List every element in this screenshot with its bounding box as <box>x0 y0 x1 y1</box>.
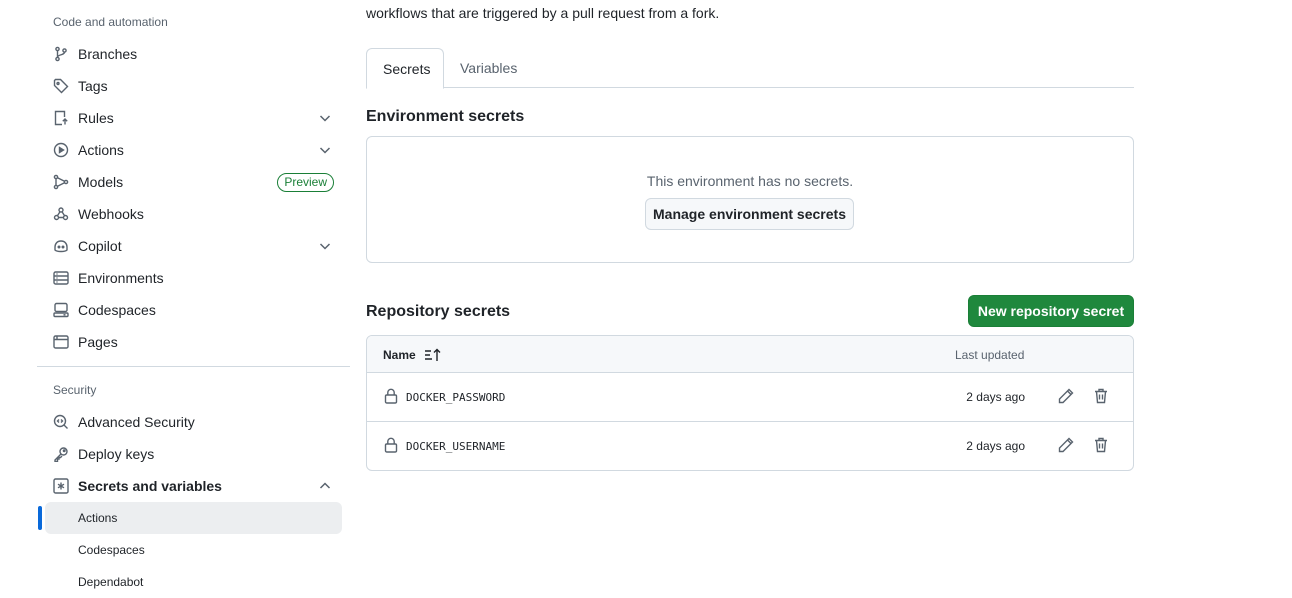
pencil-icon[interactable] <box>1057 387 1075 405</box>
sidebar-item-models[interactable]: Models Preview <box>45 166 342 198</box>
secret-name: DOCKER_PASSWORD <box>406 391 506 404</box>
manage-environment-secrets-button[interactable]: Manage environment secrets <box>645 198 854 230</box>
table-header: Name Last updated <box>367 336 1133 373</box>
sidebar-item-label: Secrets and variables <box>78 478 222 494</box>
sidebar-item-rules[interactable]: Rules <box>45 102 342 134</box>
active-indicator <box>38 506 42 530</box>
sidebar-item-copilot[interactable]: Copilot <box>45 230 342 262</box>
secret-name: DOCKER_USERNAME <box>406 440 506 453</box>
trash-icon[interactable] <box>1092 387 1110 405</box>
sidebar-item-deploy-keys[interactable]: Deploy keys <box>45 438 342 470</box>
sidebar-item-label: Copilot <box>78 238 122 254</box>
key-icon <box>53 446 69 462</box>
sidebar-item-label: Rules <box>78 110 114 126</box>
chevron-down-icon[interactable] <box>318 239 332 253</box>
column-header-name[interactable]: Name <box>383 348 442 362</box>
sidebar-item-label: Actions <box>78 142 124 158</box>
new-repository-secret-button[interactable]: New repository secret <box>968 295 1134 327</box>
asterisk-icon <box>53 478 69 494</box>
sidebar-item-actions[interactable]: Actions <box>45 134 342 166</box>
tab-variables[interactable]: Variables <box>444 48 533 88</box>
trash-icon[interactable] <box>1092 436 1110 454</box>
tab-secrets[interactable]: Secrets <box>366 48 444 89</box>
codescan-icon <box>53 414 69 430</box>
sidebar-item-label: Deploy keys <box>78 446 155 462</box>
column-name-label: Name <box>383 348 416 362</box>
rules-icon <box>53 110 69 126</box>
sidebar-subitem-codespaces[interactable]: Codespaces <box>45 534 342 566</box>
secret-last-updated: 2 days ago <box>966 439 1025 453</box>
sidebar-item-pages[interactable]: Pages <box>45 326 342 358</box>
sidebar-item-label: Webhooks <box>78 206 144 222</box>
repository-secrets-table: Name Last updated DOCKER_PASSWORD 2 days… <box>366 335 1134 471</box>
secret-last-updated: 2 days ago <box>966 390 1025 404</box>
table-row: DOCKER_USERNAME 2 days ago <box>367 422 1133 470</box>
intro-text: workflows that are triggered by a pull r… <box>366 5 720 21</box>
preview-badge: Preview <box>277 173 334 192</box>
sidebar-item-label: Codespaces <box>78 302 156 318</box>
chevron-down-icon[interactable] <box>318 111 332 125</box>
tab-bar: Secrets Variables <box>366 48 1134 89</box>
environment-secrets-heading: Environment secrets <box>366 108 525 125</box>
sidebar-subitem-label: Actions <box>78 511 118 525</box>
sidebar-subitem-actions[interactable]: Actions <box>45 502 342 534</box>
webhook-icon <box>53 206 69 222</box>
sidebar-item-secrets-and-variables[interactable]: Secrets and variables <box>45 470 342 502</box>
sidebar-item-label: Tags <box>78 78 108 94</box>
pencil-icon[interactable] <box>1057 436 1075 454</box>
column-header-last-updated: Last updated <box>955 348 1025 362</box>
lock-icon <box>384 388 398 404</box>
git-branch-icon <box>53 46 69 62</box>
repository-secrets-heading: Repository secrets <box>366 303 511 320</box>
models-icon <box>53 174 69 190</box>
sidebar-item-webhooks[interactable]: Webhooks <box>45 198 342 230</box>
section-heading-security: Security <box>53 383 97 397</box>
sidebar-item-branches[interactable]: Branches <box>45 38 342 70</box>
sidebar-item-codespaces[interactable]: Codespaces <box>45 294 342 326</box>
sort-ascending-icon[interactable] <box>424 348 442 362</box>
sidebar-divider <box>37 366 350 367</box>
sidebar-item-label: Environments <box>78 270 164 286</box>
settings-sidebar: Code and automation Branches Tags Rules … <box>37 0 350 598</box>
lock-icon <box>384 437 398 453</box>
tag-icon <box>53 78 69 94</box>
section-heading-code-automation: Code and automation <box>53 15 168 29</box>
sidebar-item-label: Advanced Security <box>78 414 195 430</box>
browser-icon <box>53 334 69 350</box>
main-content: workflows that are triggered by a pull r… <box>366 0 1134 598</box>
codespaces-icon <box>53 302 69 318</box>
server-icon <box>53 270 69 286</box>
sidebar-subitem-dependabot[interactable]: Dependabot <box>45 566 342 598</box>
empty-state-text: This environment has no secrets. <box>646 173 854 189</box>
sidebar-item-label: Pages <box>78 334 118 350</box>
chevron-down-icon[interactable] <box>318 143 332 157</box>
environment-secrets-box: This environment has no secrets. Manage … <box>366 136 1134 263</box>
sidebar-item-tags[interactable]: Tags <box>45 70 342 102</box>
table-row: DOCKER_PASSWORD 2 days ago <box>367 373 1133 422</box>
sidebar-subitem-label: Dependabot <box>78 575 144 589</box>
sidebar-subitem-label: Codespaces <box>78 543 145 557</box>
sidebar-item-label: Branches <box>78 46 138 62</box>
sidebar-item-advanced-security[interactable]: Advanced Security <box>45 406 342 438</box>
chevron-up-icon[interactable] <box>318 479 332 493</box>
play-icon <box>53 142 69 158</box>
sidebar-item-label: Models <box>78 174 124 190</box>
copilot-icon <box>53 238 69 254</box>
sidebar-item-environments[interactable]: Environments <box>45 262 342 294</box>
